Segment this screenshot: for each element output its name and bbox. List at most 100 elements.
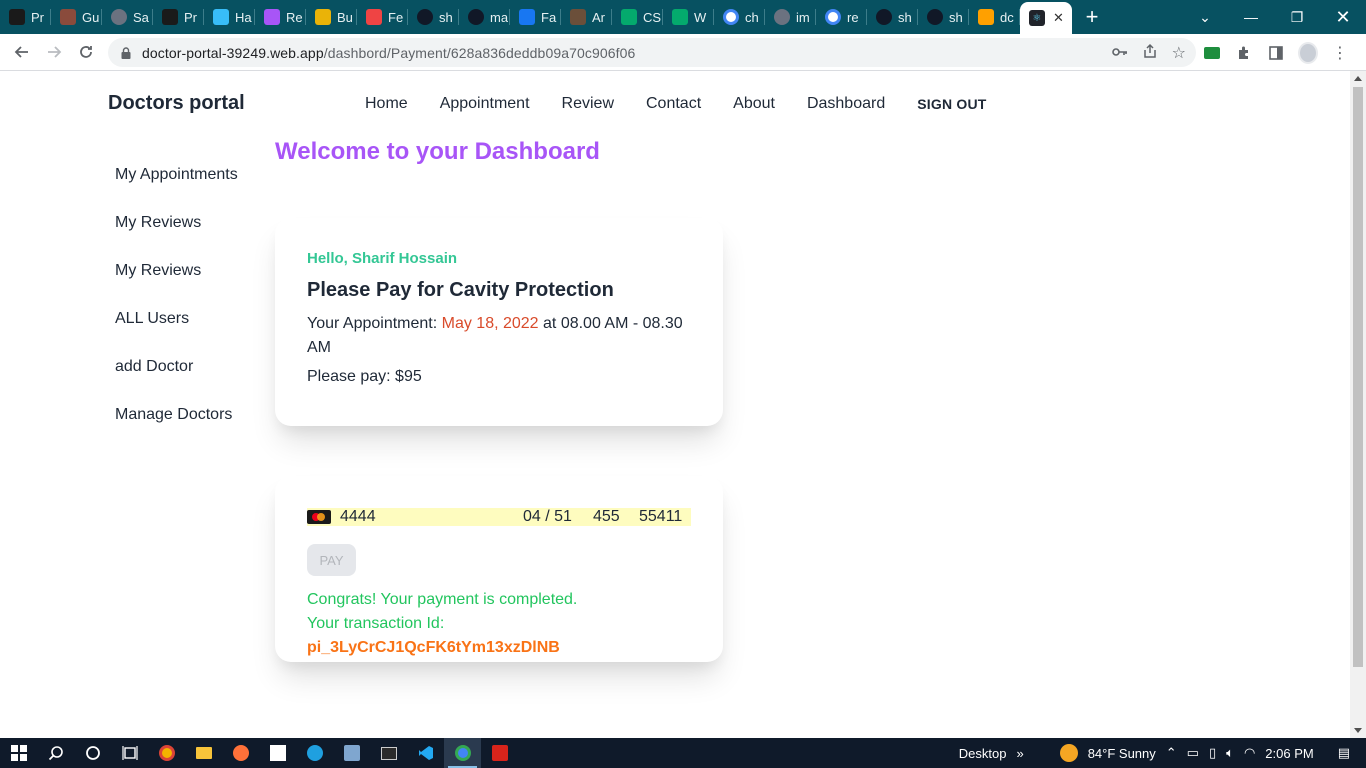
extensions-puzzle-icon[interactable] bbox=[1234, 43, 1254, 63]
clock-time[interactable]: 2:06 PM bbox=[1265, 746, 1313, 761]
sidebar-item-manage-doctors[interactable]: Manage Doctors bbox=[99, 399, 269, 447]
address-bar[interactable]: doctor-portal-39249.web.app/dashbord/Pay… bbox=[108, 38, 1196, 67]
card-number-field[interactable]: 4444 bbox=[340, 508, 523, 526]
nav-contact[interactable]: Contact bbox=[630, 93, 717, 115]
back-icon[interactable] bbox=[6, 36, 38, 68]
extension-green-icon[interactable] bbox=[1202, 43, 1222, 63]
nav-dashboard[interactable]: Dashboard bbox=[791, 93, 901, 115]
scroll-up-icon[interactable] bbox=[1354, 76, 1362, 81]
notification-icon[interactable]: ▤ bbox=[1338, 745, 1350, 761]
tool-icon[interactable] bbox=[333, 738, 370, 768]
chrome-canary-icon[interactable] bbox=[148, 738, 185, 768]
card-element-input[interactable]: 4444 04 / 51 455 55411 bbox=[307, 508, 691, 526]
firefox-icon[interactable] bbox=[222, 738, 259, 768]
browser-tab[interactable]: CS bbox=[612, 0, 663, 34]
browser-tab[interactable]: Ar bbox=[561, 0, 612, 34]
tab-title: Gu bbox=[82, 9, 100, 25]
browser-tab[interactable]: sh bbox=[918, 0, 969, 34]
browser-tab[interactable]: re bbox=[816, 0, 867, 34]
nav-home[interactable]: Home bbox=[349, 93, 424, 115]
close-tab-icon[interactable]: ✕ bbox=[1053, 10, 1064, 26]
github-icon bbox=[468, 9, 484, 25]
chrome-icon[interactable] bbox=[444, 738, 481, 768]
browser-tab[interactable]: Sa bbox=[102, 0, 153, 34]
key-icon[interactable] bbox=[1111, 45, 1128, 61]
weather-sun-icon[interactable] bbox=[1059, 744, 1078, 762]
scroll-down-icon[interactable] bbox=[1354, 728, 1362, 733]
lock-icon[interactable] bbox=[120, 46, 132, 59]
browser-tab[interactable]: Fa bbox=[510, 0, 561, 34]
browser-tab[interactable]: sh bbox=[867, 0, 918, 34]
signout-button[interactable]: SIGN OUT bbox=[901, 93, 1002, 115]
tray-chevron-icon[interactable]: ⌃ bbox=[1166, 745, 1177, 761]
app-icon[interactable] bbox=[259, 738, 296, 768]
scroll-thumb[interactable] bbox=[1353, 87, 1363, 667]
browser-tab[interactable]: ma bbox=[459, 0, 510, 34]
task-view-icon[interactable] bbox=[111, 738, 148, 768]
browser-tab[interactable]: Pr bbox=[0, 0, 51, 34]
profile-avatar[interactable] bbox=[1298, 41, 1318, 64]
network-icon[interactable]: ▭ bbox=[1187, 745, 1199, 761]
desktop-toolbar-label[interactable]: Desktop bbox=[959, 746, 1007, 761]
close-window-button[interactable]: ✕ bbox=[1320, 0, 1366, 34]
vscode-icon[interactable] bbox=[407, 738, 444, 768]
windows-start-icon[interactable] bbox=[0, 738, 37, 768]
share-icon[interactable] bbox=[1142, 43, 1158, 62]
payment-amount: Please pay: $95 bbox=[307, 368, 422, 385]
card-expiry-field[interactable]: 04 / 51 bbox=[523, 508, 593, 526]
nav-review[interactable]: Review bbox=[546, 93, 630, 115]
forward-icon[interactable] bbox=[38, 36, 70, 68]
sidebar-item-my-reviews-2[interactable]: My Reviews bbox=[99, 255, 269, 303]
nav-appointment[interactable]: Appointment bbox=[424, 93, 546, 115]
sidebar-item-my-reviews[interactable]: My Reviews bbox=[99, 207, 269, 255]
edge-icon[interactable] bbox=[296, 738, 333, 768]
tab-title: sh bbox=[439, 9, 453, 25]
sidebar-item-my-appointments[interactable]: My Appointments bbox=[99, 159, 269, 207]
menu-dots-icon[interactable]: ⋮ bbox=[1330, 43, 1350, 63]
browser-tab[interactable]: im bbox=[765, 0, 816, 34]
sidebar-item-all-users[interactable]: ALL Users bbox=[99, 303, 269, 351]
appointment-date: May 18, 2022 bbox=[441, 315, 539, 332]
file-explorer-icon[interactable] bbox=[185, 738, 222, 768]
bookmark-star-icon[interactable]: ☆ bbox=[1172, 43, 1186, 63]
card-zip-field[interactable]: 55411 bbox=[639, 508, 682, 526]
page-scrollbar[interactable] bbox=[1350, 71, 1366, 738]
browser-tab[interactable]: Pr bbox=[153, 0, 204, 34]
tab-title: im bbox=[796, 9, 810, 25]
side-panel-icon[interactable] bbox=[1266, 43, 1286, 63]
reload-icon[interactable] bbox=[70, 36, 102, 68]
page-viewport: Doctors portal Home Appointment Review C… bbox=[0, 71, 1350, 738]
battery-icon[interactable]: ▯ bbox=[1209, 745, 1216, 761]
card-cvc-field[interactable]: 455 bbox=[593, 508, 639, 526]
browser-tab[interactable]: dc bbox=[969, 0, 1020, 34]
terminal-icon[interactable] bbox=[370, 738, 407, 768]
browser-tab[interactable]: Gu bbox=[51, 0, 102, 34]
minimize-button[interactable]: — bbox=[1228, 0, 1274, 34]
site-brand[interactable]: Doctors portal bbox=[108, 92, 245, 115]
new-tab-button[interactable]: + bbox=[1072, 0, 1112, 34]
arrow-icon bbox=[366, 9, 382, 25]
wifi-icon[interactable]: ◠ bbox=[1244, 745, 1255, 761]
appointment-card: Hello, Sharif Hossain Please Pay for Cav… bbox=[275, 218, 723, 426]
browser-tab[interactable]: Bu bbox=[306, 0, 357, 34]
nav-about[interactable]: About bbox=[717, 93, 791, 115]
acrobat-icon[interactable] bbox=[481, 738, 518, 768]
restore-button[interactable]: ❐ bbox=[1274, 0, 1320, 34]
browser-tab[interactable]: ch bbox=[714, 0, 765, 34]
cortana-icon[interactable] bbox=[74, 738, 111, 768]
sidebar-item-add-doctor[interactable]: add Doctor bbox=[99, 351, 269, 399]
browser-tab[interactable]: Fe bbox=[357, 0, 408, 34]
weather-text[interactable]: 84°F Sunny bbox=[1088, 746, 1156, 761]
browser-tab[interactable]: W bbox=[663, 0, 714, 34]
toolbar-expand-icon[interactable]: » bbox=[1016, 746, 1023, 761]
pay-button[interactable]: PAY bbox=[307, 544, 356, 576]
search-icon[interactable] bbox=[37, 738, 74, 768]
tab-search-icon[interactable]: ⌄ bbox=[1182, 0, 1228, 34]
browser-tab[interactable]: Re bbox=[255, 0, 306, 34]
dashboard-sidebar: My Appointments My Reviews My Reviews AL… bbox=[99, 159, 269, 447]
browser-tab[interactable]: sh bbox=[408, 0, 459, 34]
browser-tab[interactable]: Ha bbox=[204, 0, 255, 34]
url-text: doctor-portal-39249.web.app/dashbord/Pay… bbox=[142, 44, 636, 61]
browser-tab-active[interactable]: ⚛ ✕ bbox=[1020, 2, 1072, 34]
volume-icon[interactable]: 🔈︎ bbox=[1226, 745, 1234, 761]
